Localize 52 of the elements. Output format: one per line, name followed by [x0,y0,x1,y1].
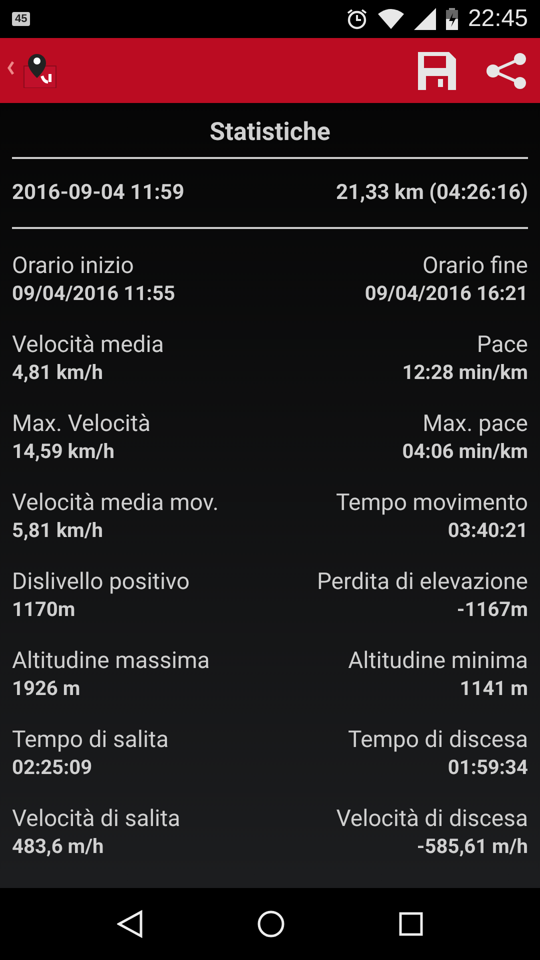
stat-label: Orario fine [422,251,528,281]
stat-label: Max. Velocità [12,409,150,439]
share-icon [486,52,528,88]
recents-button[interactable] [399,912,423,936]
track-date: 2016-09-04 11:59 [12,181,184,205]
clock-time: 22:45 [468,5,528,33]
stat-label: Velocità media mov. [12,488,219,518]
section-title: Statistiche [210,118,330,147]
stat-value: 1170m [12,597,76,621]
stat-value: 14,59 km/h [12,439,116,463]
stat-label: Tempo movimento [336,488,528,518]
stat-label: Max. pace [422,409,528,439]
stat-label: Tempo di salita [12,725,169,755]
stat-value: -1167m [456,597,528,621]
track-distance: 21,33 km (04:26:16) [336,181,528,205]
save-button[interactable] [418,52,456,90]
stat-label: Pace [476,330,528,360]
stat-label: Altitudine massima [12,646,210,676]
stat-value: 5,81 km/h [12,518,104,542]
stat-value: 01:59:34 [448,755,528,779]
back-button[interactable] [6,54,58,88]
stat-value: 02:25:09 [12,755,94,779]
signal-icon [414,8,436,30]
home-button[interactable] [257,910,285,938]
stat-value: 1926 m [12,676,82,700]
battery-icon [446,8,458,30]
stat-value: -585,61 m/h [416,834,528,858]
stat-label: Altitudine minima [348,646,528,676]
stat-value: 1141 m [460,676,528,700]
stat-label: Dislivello positivo [12,567,190,597]
stat-value: 12:28 min/km [402,360,528,384]
recents-icon [399,912,423,936]
stat-value: 04:06 min/km [402,439,528,463]
notification-badge: 45 [12,12,30,26]
stat-value: 03:40:21 [448,518,528,542]
stat-label: Tempo di discesa [348,725,528,755]
stat-label: Velocità di discesa [336,804,528,834]
alarm-clock-icon [346,8,368,30]
stat-value: 09/04/2016 16:21 [364,281,528,305]
stat-value: 09/04/2016 11:55 [12,281,176,305]
back-button[interactable] [117,910,143,938]
stat-label: Perdita di elevazione [316,567,528,597]
stat-label: Velocità media [12,330,164,360]
app-logo-icon [6,54,58,88]
home-icon [257,910,285,938]
stat-label: Velocità di salita [12,804,180,834]
stat-label: Orario inizio [12,251,135,281]
stat-value: 483,6 m/h [12,834,105,858]
stat-value: 4,81 km/h [12,360,104,384]
back-icon [117,910,143,938]
wifi-icon [378,9,404,29]
share-button[interactable] [486,52,528,88]
